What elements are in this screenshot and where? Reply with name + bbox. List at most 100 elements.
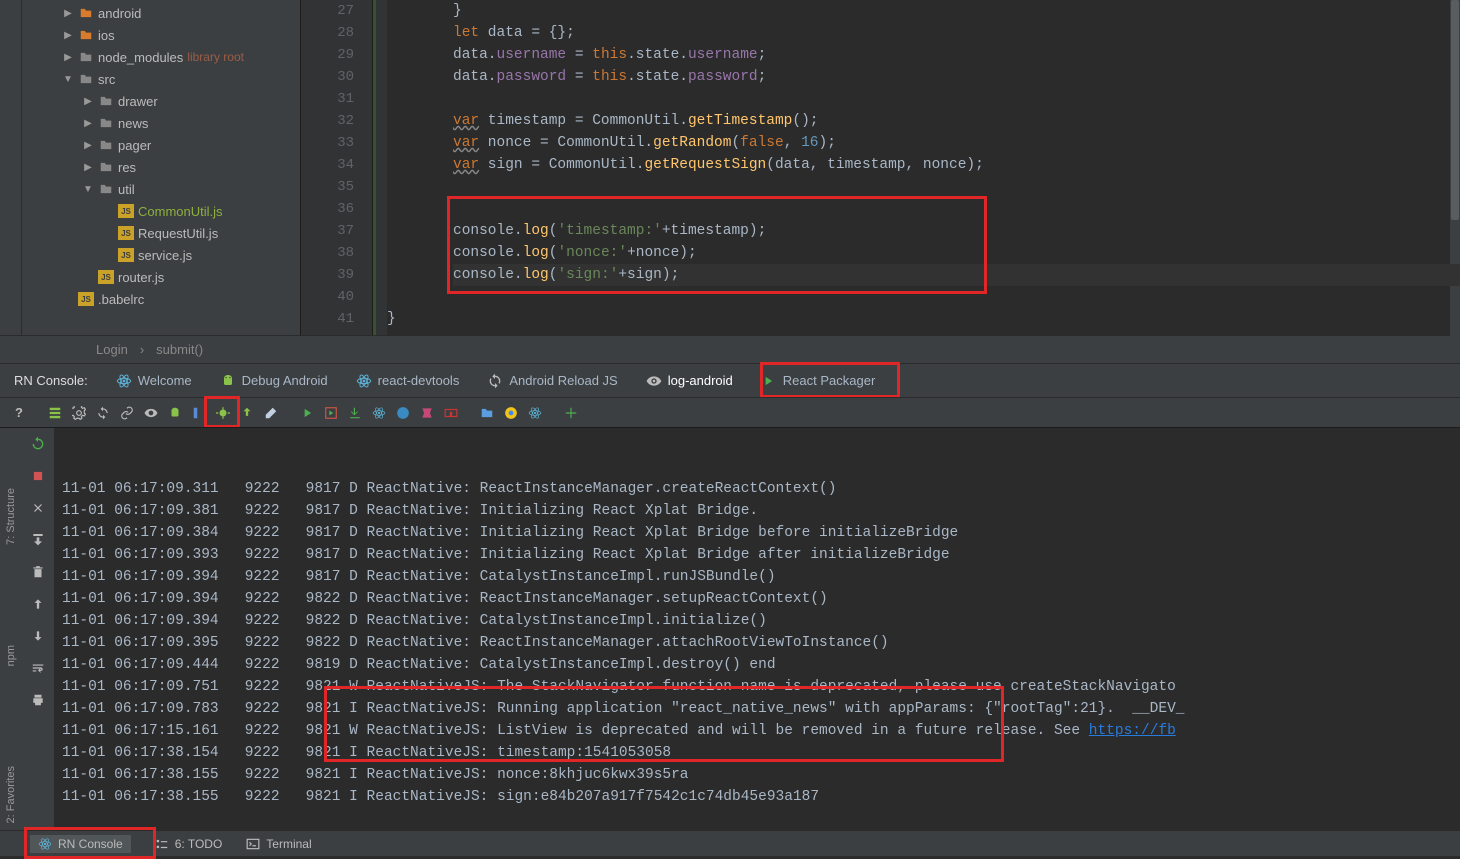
tree-label: pager [118, 138, 151, 153]
fold-gutter[interactable] [373, 0, 387, 335]
code-line-29: data.username = this.state.username; [453, 44, 1460, 66]
console-toolbar-row: ? [0, 397, 1460, 427]
bottom-tab-rnconsole[interactable]: RN Console [30, 835, 131, 853]
expand-arrow-icon[interactable]: ▼ [62, 74, 74, 85]
tree-item-src[interactable]: ▼src [22, 68, 300, 90]
jest-button[interactable] [416, 402, 438, 424]
sync-button[interactable] [92, 402, 114, 424]
tree-item-service-js[interactable]: JSservice.js [22, 244, 300, 266]
tree-label: drawer [118, 94, 158, 109]
erase-button[interactable] [260, 402, 282, 424]
tab-debug-android[interactable]: Debug Android [206, 364, 342, 397]
sync-icon [487, 373, 503, 389]
log-line: 11-01 06:17:09.384 9222 9817 D ReactNati… [62, 522, 1452, 544]
run-box-button[interactable] [320, 402, 342, 424]
yarn-button[interactable] [392, 402, 414, 424]
log-line: 11-01 06:17:09.395 9222 9822 D ReactNati… [62, 632, 1452, 654]
expand-arrow-icon[interactable]: ▶ [82, 96, 94, 107]
code-line-38: console.log('nonce:'+nonce); [453, 242, 1460, 264]
rerun-button[interactable] [28, 434, 48, 454]
tree-item-pager[interactable]: ▶ pager [22, 134, 300, 156]
react-button-2[interactable] [524, 402, 546, 424]
bottom-tab-terminal[interactable]: Terminal [246, 837, 311, 851]
settings-button[interactable] [68, 402, 90, 424]
eye-button[interactable] [140, 402, 162, 424]
trash-button[interactable] [28, 562, 48, 582]
npm-button[interactable] [440, 402, 462, 424]
tree-item-commonutil-js[interactable]: JSCommonUtil.js [22, 200, 300, 222]
close-button[interactable] [28, 498, 48, 518]
tab-reload-label: Android Reload JS [509, 373, 617, 388]
side-tab-favorites[interactable]: 2: Favorites [5, 766, 17, 823]
breadcrumb-method[interactable]: submit() [156, 342, 203, 357]
tab-android-reload[interactable]: Android Reload JS [473, 364, 631, 397]
bottom-tab-todo[interactable]: 6: TODO [155, 837, 223, 851]
tab-react-devtools[interactable]: react-devtools [342, 364, 474, 397]
tree-item-node_modules[interactable]: ▶node_moduleslibrary root [22, 46, 300, 68]
folder-icon [98, 94, 114, 108]
tree-item-util[interactable]: ▼util [22, 178, 300, 200]
expand-arrow-icon[interactable]: ▶ [62, 8, 74, 19]
console-output[interactable]: 11-01 06:17:09.311 9222 9817 D ReactNati… [54, 428, 1460, 830]
play-icon [761, 373, 777, 389]
tab-react-packager[interactable]: React Packager [747, 364, 890, 397]
export-button[interactable] [236, 402, 258, 424]
scroll-end-button[interactable] [28, 530, 48, 550]
line-number: 27 [301, 0, 354, 22]
project-tree[interactable]: ▶android▶ios▶node_moduleslibrary root▼sr… [22, 0, 300, 335]
top-area: ▶android▶ios▶node_moduleslibrary root▼sr… [0, 0, 1460, 335]
up-button[interactable] [28, 594, 48, 614]
code-line-33: var nonce = CommonUtil.getRandom(false, … [453, 132, 1460, 154]
download-button[interactable] [344, 402, 366, 424]
atom-icon [116, 373, 132, 389]
folder-icon [78, 50, 94, 64]
tree-item-drawer[interactable]: ▶ drawer [22, 90, 300, 112]
js-file-icon: JS [98, 270, 114, 284]
link-button[interactable] [116, 402, 138, 424]
tree-item-router-js[interactable]: JSrouter.js [22, 266, 300, 288]
expand-arrow-icon[interactable]: ▶ [62, 30, 74, 41]
folder-button[interactable] [476, 402, 498, 424]
tree-item-requestutil-js[interactable]: JSRequestUtil.js [22, 222, 300, 244]
log-line: 11-01 06:17:09.311 9222 9817 D ReactNati… [62, 478, 1452, 500]
wrap-button[interactable] [28, 658, 48, 678]
expand-arrow-icon[interactable]: ▶ [82, 140, 94, 151]
android-button[interactable] [164, 402, 186, 424]
log-link[interactable]: https://fb [1089, 723, 1176, 739]
expand-arrow-icon[interactable]: ▶ [82, 162, 94, 173]
folder-icon [78, 72, 94, 86]
print-button[interactable] [28, 690, 48, 710]
tree-item-android[interactable]: ▶android [22, 2, 300, 24]
react-button[interactable] [368, 402, 390, 424]
tree-item-news[interactable]: ▶news [22, 112, 300, 134]
folder-icon [98, 116, 114, 130]
tree-item--babelrc[interactable]: JS.babelrc [22, 288, 300, 310]
tree-item-res[interactable]: ▶res [22, 156, 300, 178]
side-tab-npm[interactable]: npm [5, 645, 17, 666]
help-button[interactable]: ? [8, 402, 30, 424]
tab-welcome[interactable]: Welcome [102, 364, 206, 397]
code-line-34: var sign = CommonUtil.getRequestSign(dat… [453, 154, 1460, 176]
code-line-37: console.log('timestamp:'+timestamp); [453, 220, 1460, 242]
side-tab-structure[interactable]: 7: Structure [5, 488, 17, 545]
chrome-button[interactable] [500, 402, 522, 424]
config-button[interactable] [44, 402, 66, 424]
eye-icon [646, 373, 662, 389]
ruler-button[interactable] [188, 402, 210, 424]
expand-arrow-icon[interactable]: ▶ [62, 52, 74, 63]
expand-arrow-icon[interactable]: ▼ [82, 184, 94, 195]
expand-arrow-icon[interactable]: ▶ [82, 118, 94, 129]
add-button[interactable] [560, 402, 582, 424]
breadcrumb-class[interactable]: Login [96, 342, 128, 357]
bug-button[interactable] [212, 402, 234, 424]
code-area[interactable]: } let data = {}; data.username = this.st… [387, 0, 1460, 335]
code-line-30: data.password = this.state.password; [453, 66, 1460, 88]
down-button[interactable] [28, 626, 48, 646]
tree-item-ios[interactable]: ▶ios [22, 24, 300, 46]
line-number: 32 [301, 110, 354, 132]
tab-log-android[interactable]: log-android [632, 364, 747, 397]
line-number: 34 [301, 154, 354, 176]
stop-button[interactable] [28, 466, 48, 486]
code-line-35 [453, 176, 1460, 198]
run-button[interactable] [296, 402, 318, 424]
